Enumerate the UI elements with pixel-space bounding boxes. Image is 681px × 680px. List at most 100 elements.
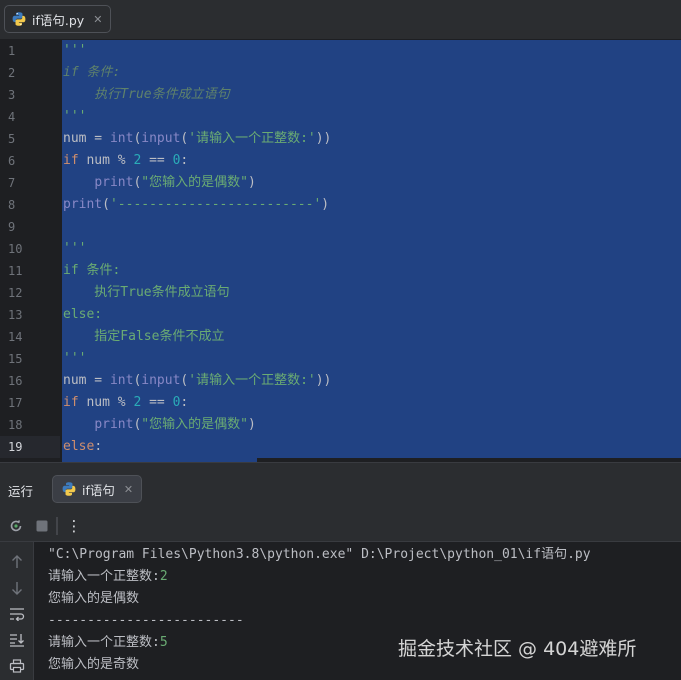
- code-token: if: [63, 153, 79, 168]
- scroll-up-button[interactable]: [7, 552, 27, 572]
- code-token: ''': [63, 241, 87, 256]
- python-icon: [62, 482, 76, 496]
- code-token: '-------------------------': [109, 197, 322, 212]
- toolbar-separator: [56, 517, 58, 535]
- code-token: input: [141, 373, 181, 388]
- console-text: 2: [159, 569, 168, 584]
- editor-tab-bar: if语句.py ✕: [0, 0, 681, 40]
- code-line: print('-------------------------'): [63, 194, 329, 216]
- line-number: 18: [8, 418, 23, 432]
- run-tab-if[interactable]: if语句 ✕: [52, 475, 143, 503]
- print-icon: [9, 659, 25, 673]
- code-line: ''': [63, 40, 86, 62]
- code-line: num = int(input('请输入一个正整数:')): [63, 128, 331, 150]
- code-token: int: [109, 373, 134, 388]
- code-line: else:: [63, 436, 102, 458]
- line-number: 14: [8, 330, 23, 344]
- rerun-button[interactable]: [6, 516, 26, 536]
- code-token: "您输入的是偶数": [141, 175, 248, 190]
- code-token: 执行True条件成立语句: [63, 87, 230, 102]
- line-number: 19: [8, 440, 23, 454]
- code-token: ''': [63, 351, 87, 366]
- arrow-down-icon: [12, 582, 22, 595]
- console-line: 请输入一个正整数:5: [48, 632, 168, 654]
- code-line: num = int(input('请输入一个正整数:')): [63, 370, 331, 392]
- arrow-up-icon: [12, 555, 22, 568]
- line-number: 2: [8, 66, 16, 80]
- code-token: ==: [141, 153, 173, 168]
- code-token: :: [180, 153, 189, 168]
- print-button[interactable]: [7, 656, 27, 676]
- line-number: 6: [8, 154, 16, 168]
- code-token: print: [94, 175, 134, 190]
- code-token: num =: [63, 131, 110, 146]
- stop-button[interactable]: [32, 516, 52, 536]
- code-token: else:: [63, 307, 103, 322]
- line-number: 9: [8, 220, 16, 234]
- code-token: ): [247, 175, 256, 190]
- code-line: ''': [63, 106, 86, 128]
- code-token: ''': [63, 43, 87, 58]
- line-number: 5: [8, 132, 16, 146]
- code-token: ): [321, 197, 330, 212]
- code-line: 执行True条件成立语句: [63, 84, 230, 106]
- console-side-toolbar: [0, 542, 34, 680]
- line-number: 13: [8, 308, 23, 322]
- code-token: int: [109, 131, 134, 146]
- code-token: '请输入一个正整数:': [188, 131, 316, 146]
- run-panel-title: 运行: [8, 484, 34, 499]
- run-tab-label: if语句: [82, 482, 115, 498]
- code-line: if num % 2 == 0:: [63, 150, 188, 172]
- code-token: ==: [141, 395, 173, 410]
- line-number: 17: [8, 396, 23, 410]
- code-token: num %: [78, 395, 134, 410]
- run-panel-header: 运行 if语句 ✕: [0, 462, 681, 510]
- stop-icon: [36, 520, 48, 532]
- code-token: "您输入的是偶数": [141, 417, 248, 432]
- code-token: if 条件:: [63, 65, 121, 80]
- console-text: 您输入的是偶数: [48, 591, 140, 606]
- editor-tab-if-py[interactable]: if语句.py ✕: [4, 5, 112, 33]
- code-token: 执行True条件成立语句: [63, 285, 230, 300]
- code-token: input: [141, 131, 181, 146]
- rerun-icon: [10, 519, 22, 532]
- scroll-to-end-icon: [10, 634, 24, 647]
- line-number: 4: [8, 110, 16, 124]
- scroll-to-end-button[interactable]: [7, 630, 27, 650]
- code-line: if 条件:: [63, 62, 120, 84]
- scroll-down-button[interactable]: [7, 578, 27, 598]
- code-token: )): [315, 131, 332, 146]
- console-text: 您输入的是奇数: [48, 657, 140, 672]
- console-line: -------------------------: [48, 610, 244, 632]
- code-token: num %: [78, 153, 134, 168]
- soft-wrap-button[interactable]: [7, 604, 27, 624]
- code-line: ''': [63, 348, 86, 370]
- close-icon[interactable]: ✕: [124, 483, 133, 496]
- line-number: 15: [8, 352, 23, 366]
- line-number: 10: [8, 242, 23, 256]
- code-line: print("您输入的是偶数"): [63, 172, 256, 194]
- code-token: '请输入一个正整数:': [188, 373, 316, 388]
- code-token: ): [247, 417, 256, 432]
- code-line: if 条件:: [63, 260, 120, 282]
- code-token: if 条件:: [63, 263, 121, 278]
- close-icon[interactable]: ✕: [93, 13, 102, 26]
- code-token: if: [63, 395, 79, 410]
- more-options-button[interactable]: ⋮: [64, 516, 84, 536]
- code-token: print: [63, 197, 103, 212]
- console-line: 您输入的是奇数: [48, 654, 139, 676]
- code-token: :: [94, 439, 103, 454]
- code-token: print: [94, 417, 134, 432]
- code-token: else: [63, 439, 95, 454]
- editor-tab-label: if语句.py: [32, 12, 85, 28]
- code-token: )): [315, 373, 332, 388]
- line-number: 7: [8, 176, 16, 190]
- code-editor[interactable]: 1 2 3 4 5 6 7 8 9 10 11 12 13 14 15 16 17 18 19 ''' if 条件: …: [0, 40, 681, 462]
- line-number: 3: [8, 88, 16, 102]
- console-line: "C:\Program Files\Python3.8\python.exe" …: [48, 544, 591, 566]
- code-token: ''': [63, 109, 87, 124]
- more-vertical-icon: ⋮: [66, 517, 82, 535]
- code-line: ''': [63, 238, 86, 260]
